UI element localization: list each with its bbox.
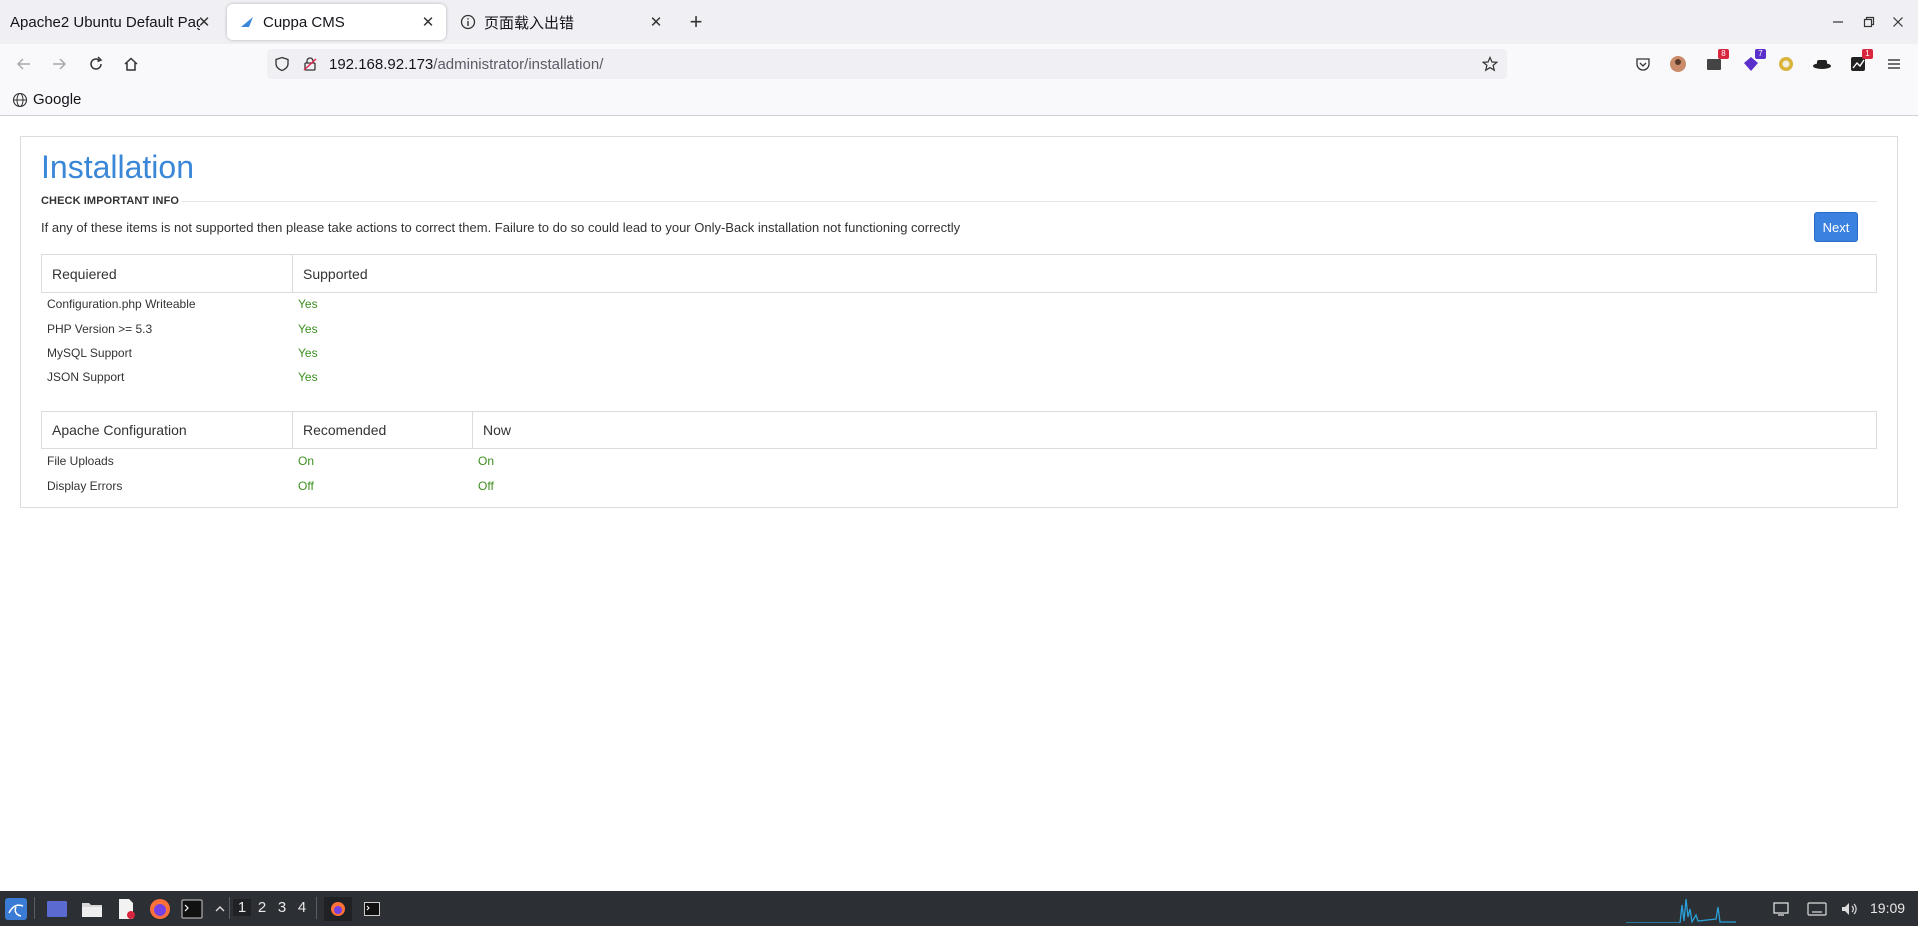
firefox-icon[interactable] [148,897,172,921]
taskbar-separator [34,897,35,919]
terminal-icon[interactable] [180,897,204,921]
apache-setting-label: File Uploads [47,454,114,468]
column-header-apache-configuration: Apache Configuration [42,412,293,448]
apache-current-value: Off [478,479,494,493]
window-close-icon[interactable] [1886,10,1910,34]
new-tab-icon[interactable]: + [684,9,708,34]
installation-panel: Installation CHECK IMPORTANT INFO If any… [20,136,1898,508]
avatar-extension-icon[interactable] [1667,53,1689,75]
taskbar-separator [316,897,317,919]
apache-recommended-value: Off [298,479,314,493]
requirement-status: Yes [298,370,318,384]
column-header-supported: Supported [303,265,368,282]
gem-extension-icon[interactable]: 7 [1740,49,1766,75]
apache-recommended-value: On [298,454,315,468]
url-text: 192.168.92.173/administrator/installatio… [329,56,603,73]
requirement-label: MySQL Support [47,346,132,360]
kali-menu-icon[interactable] [4,897,28,921]
clock: 19:09 [1870,900,1906,916]
requirement-status: Yes [298,297,318,311]
taskbar: 1 2 3 4 19:09 [0,891,1918,926]
shield-icon[interactable] [273,55,291,73]
keyboard-icon[interactable] [1805,897,1829,921]
close-icon[interactable]: ✕ [418,12,438,32]
badge-count: 7 [1755,49,1766,59]
minimize-icon[interactable] [1826,10,1850,34]
page-title: Installation [41,149,194,185]
section-heading: CHECK IMPORTANT INFO [41,195,180,207]
badge-count: 1 [1862,49,1873,59]
workspace-2[interactable]: 2 [253,899,271,916]
info-icon [460,14,476,30]
chart-extension-icon[interactable]: 1 [1847,49,1873,75]
info-text: If any of these items is not supported t… [41,220,961,235]
bookmark-google[interactable]: Google [12,91,81,108]
url-bar[interactable]: 192.168.92.173/administrator/installatio… [267,49,1507,79]
tab-title: Cuppa CMS [263,13,345,31]
tab-title: 页面载入出错 [484,14,575,32]
cuppa-favicon-icon [239,14,255,30]
home-icon[interactable] [119,52,143,76]
apache-table-header: Apache Configuration Recomended Now [41,411,1877,449]
column-header-recommended: Recomended [293,412,473,448]
apache-current-value: On [478,454,495,468]
bookmark-star-icon[interactable] [1481,55,1499,73]
tab-strip: Apache2 Ubuntu Default Page ✕ Cuppa CMS … [0,0,1918,44]
cpu-graph-icon [1626,897,1736,923]
mail-extension-icon[interactable]: 8 [1703,49,1729,75]
back-icon[interactable] [12,52,36,76]
url-host: 192.168.92.173 [329,56,434,73]
close-icon[interactable]: ✕ [194,12,214,32]
workspace-4[interactable]: 4 [293,899,311,916]
tab-apache-default[interactable]: Apache2 Ubuntu Default Page ✕ [0,4,222,40]
tab-page-load-error[interactable]: 页面载入出错 ✕ [452,4,674,40]
reload-icon[interactable] [84,52,108,76]
requirement-label: JSON Support [47,370,125,384]
firefox-window-icon[interactable] [324,897,352,921]
workspace-1[interactable]: 1 [233,899,251,916]
bookmark-label: Google [33,91,82,108]
display-icon[interactable] [1769,897,1793,921]
url-path: /administrator/installation/ [433,56,604,73]
hat-extension-icon[interactable] [1811,53,1833,75]
badge-count: 8 [1718,49,1729,59]
workspace-3[interactable]: 3 [273,899,291,916]
column-header-now: Now [483,422,512,438]
taskbar-separator [229,897,230,919]
close-icon[interactable]: ✕ [646,12,666,32]
desktop-icon[interactable] [45,897,69,921]
tab-title: Apache2 Ubuntu Default Page [10,13,200,31]
volume-icon[interactable] [1837,897,1861,921]
column-header-required: Requiered [42,255,293,292]
requirement-status: Yes [298,346,318,360]
apache-setting-label: Display Errors [47,479,123,493]
requirement-status: Yes [298,322,318,336]
pocket-icon[interactable] [1632,53,1654,75]
bookmarks-bar: Google [0,84,1918,116]
tab-cuppa-cms[interactable]: Cuppa CMS ✕ [227,4,446,40]
globe-icon [12,92,28,107]
terminal-window-icon[interactable] [358,897,386,921]
forward-icon[interactable] [47,52,71,76]
text-editor-icon[interactable] [114,897,138,921]
insecure-lock-icon[interactable] [301,55,319,73]
circle-extension-icon[interactable] [1775,53,1797,75]
section-divider [181,201,1877,202]
file-manager-icon[interactable] [80,897,104,921]
requirement-label: Configuration.php Writeable [47,297,196,311]
requirement-label: PHP Version >= 5.3 [47,322,153,336]
next-button[interactable]: Next [1814,212,1858,242]
requirements-table-header: Requiered Supported [41,254,1877,293]
restore-icon[interactable] [1857,10,1881,34]
menu-icon[interactable] [1883,53,1905,75]
navigation-bar: 192.168.92.173/administrator/installatio… [0,44,1918,84]
